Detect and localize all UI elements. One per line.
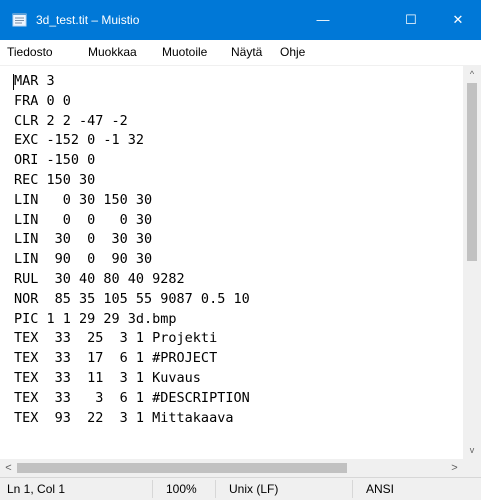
- scroll-left-icon[interactable]: <: [0, 459, 17, 477]
- editor-line: TEX 33 17 6 1 #PROJECT: [14, 350, 218, 367]
- title-bar[interactable]: 3d_test.tit – Muistio — ☐ ✕: [0, 0, 481, 40]
- close-button[interactable]: ✕: [435, 0, 481, 40]
- status-bar: Ln 1, Col 1 100% Unix (LF) ANSI: [0, 477, 481, 500]
- editor-line: LIN 90 0 90 30: [14, 251, 153, 268]
- menu-item-file[interactable]: Tiedosto: [7, 44, 53, 60]
- vertical-scroll-thumb[interactable]: [467, 83, 477, 261]
- editor-line: NOR 85 35 105 55 9087 0.5 10: [14, 290, 250, 307]
- editor-line: ORI -150 0: [14, 152, 96, 169]
- status-divider: [215, 480, 216, 498]
- status-divider: [152, 480, 153, 498]
- scroll-up-icon[interactable]: ^: [463, 66, 481, 83]
- editor-line: REC 150 30: [14, 172, 96, 188]
- menu-item-help[interactable]: Ohje: [280, 44, 305, 60]
- menu-item-format[interactable]: Muotoile: [162, 44, 207, 60]
- window-title: 3d_test.tit – Muistio: [36, 13, 140, 27]
- editor-line: LIN 0 30 150 30: [14, 191, 153, 208]
- maximize-button[interactable]: ☐: [388, 0, 434, 40]
- menu-bar: Tiedosto Muokkaa Muotoile Näytä Ohje: [0, 40, 481, 66]
- scrollbar-corner: [463, 459, 481, 477]
- editor-line: EXC -152 0 -1 32: [14, 132, 145, 149]
- editor-line: FRA 0 0: [14, 92, 71, 109]
- minimize-button[interactable]: —: [300, 0, 346, 40]
- editor-line: RUL 30 40 80 40 9282: [14, 271, 185, 287]
- status-divider: [352, 480, 353, 498]
- editor-line: TEX 93 22 3 1 Mittakaava: [14, 409, 234, 426]
- editor-line: CLR 2 2 -47 -2: [14, 112, 128, 129]
- editor-line: TEX 33 11 3 1 Kuvaus: [14, 370, 201, 386]
- editor-line: TEX 33 25 3 1 Projekti: [14, 330, 218, 347]
- status-line-ending: Unix (LF): [229, 482, 279, 496]
- status-encoding: ANSI: [366, 482, 395, 496]
- vertical-scrollbar[interactable]: ^ v: [463, 66, 481, 459]
- menu-item-edit[interactable]: Muokkaa: [88, 44, 137, 60]
- editor-line: TEX 33 3 6 1 #DESCRIPTION: [14, 389, 250, 406]
- editor-line: PIC 1 1 29 29 3d.bmp: [14, 310, 177, 327]
- status-position: Ln 1, Col 1: [7, 482, 66, 496]
- horizontal-scrollbar[interactable]: < >: [0, 459, 463, 477]
- scroll-down-icon[interactable]: v: [463, 442, 481, 459]
- horizontal-scroll-thumb[interactable]: [17, 463, 347, 473]
- status-zoom: 100%: [166, 482, 197, 496]
- scroll-right-icon[interactable]: >: [446, 459, 463, 477]
- editor-line: LIN 30 0 30 30: [14, 231, 153, 248]
- notepad-icon: [12, 12, 27, 27]
- menu-item-view[interactable]: Näytä: [231, 44, 262, 60]
- text-editor[interactable]: MAR 3 FRA 0 0 CLR 2 2 -47 -2 EXC -152 0 …: [0, 66, 462, 458]
- editor-line: LIN 0 0 0 30: [14, 211, 153, 228]
- editor-line: MAR 3: [14, 73, 55, 89]
